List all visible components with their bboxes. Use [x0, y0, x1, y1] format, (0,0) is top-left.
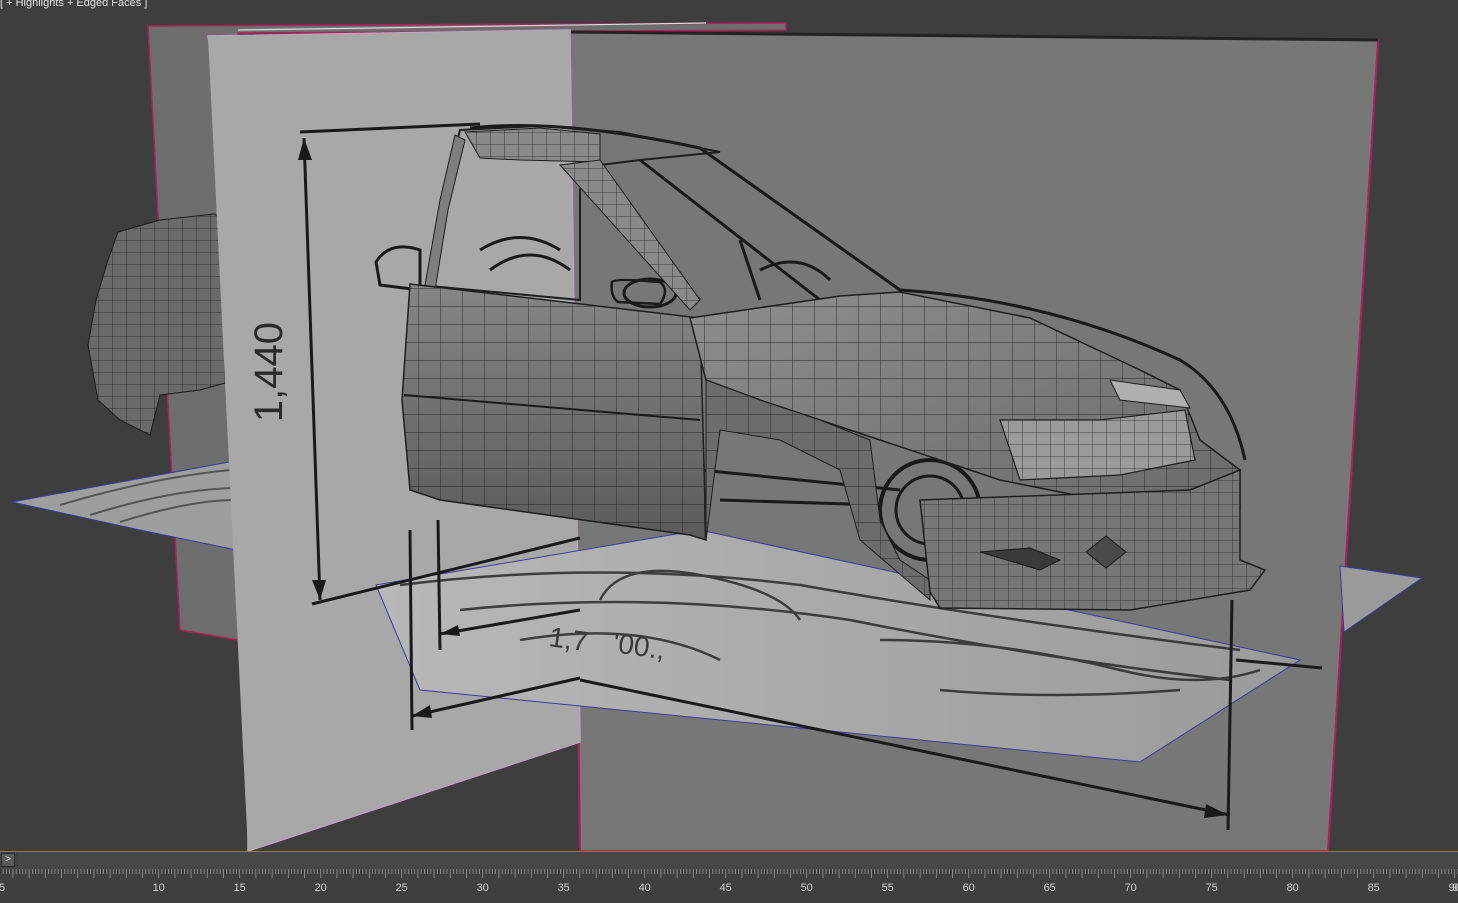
- track-bar[interactable]: 5 10 15 20 25 30 35 40 45 50 55 60 65 70 75 80 85 90 9: [0, 869, 1458, 903]
- viewport-shading-label[interactable]: [ + Highlights + Edged Faces ]: [0, 0, 147, 9]
- track-tick-label: 50: [800, 882, 813, 894]
- viewport-scene: 1,440 1,7 '00.,: [11, 22, 1424, 851]
- time-slider[interactable]: >: [0, 851, 1458, 869]
- dimension-partial-label: 1,7: [547, 621, 590, 657]
- time-slider-next-button[interactable]: >: [1, 853, 15, 867]
- track-tick-label: 30: [476, 882, 489, 894]
- track-tick-label: 5: [0, 882, 6, 894]
- track-tick-label: 65: [1043, 882, 1056, 894]
- track-tick-label: 25: [395, 882, 408, 894]
- perspective-viewport[interactable]: 1,440 1,7 '00., [ + Highlights + Edged F…: [0, 0, 1458, 851]
- track-tick-label: 70: [1124, 882, 1137, 894]
- track-tick-label: 85: [1367, 882, 1380, 894]
- right-ground-plane: [1339, 565, 1424, 633]
- track-tick-label: 55: [881, 882, 894, 894]
- track-tick-label: 20: [314, 882, 327, 894]
- track-tick-label: 40: [638, 882, 651, 894]
- dimension-1440-label: 1,440: [247, 322, 291, 422]
- left-ground-plane: [11, 459, 247, 553]
- time-slider-track[interactable]: [18, 852, 1458, 869]
- max-app: 1,440 1,7 '00., [ + Highlights + Edged F…: [0, 0, 1458, 903]
- track-tick-label: 60: [962, 882, 975, 894]
- track-tick-label: 35: [557, 882, 570, 894]
- track-tick-label: 10: [152, 882, 165, 894]
- track-tick-label: 75: [1205, 882, 1218, 894]
- track-tick-label: 45: [719, 882, 732, 894]
- track-tick-label: 9: [1451, 882, 1458, 894]
- track-tick-label: 15: [233, 882, 246, 894]
- track-tick-label: 80: [1286, 882, 1299, 894]
